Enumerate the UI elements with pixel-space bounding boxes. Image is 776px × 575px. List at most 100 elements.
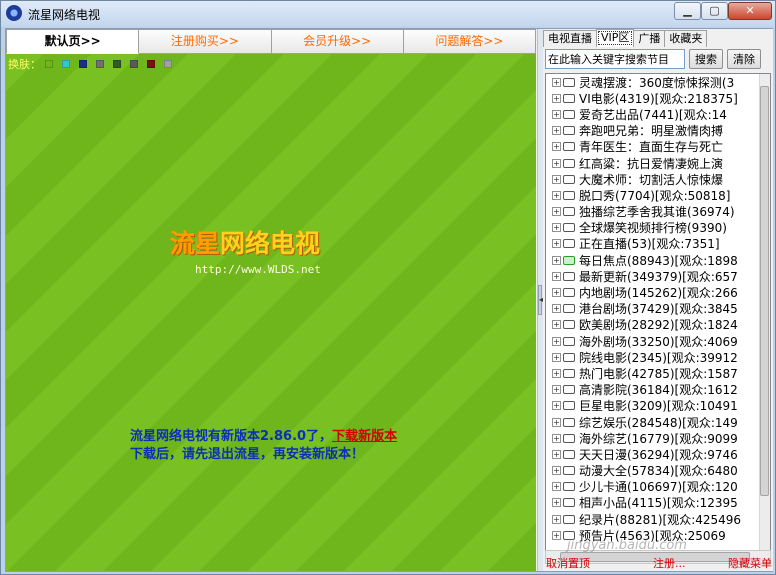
tv-icon xyxy=(563,109,575,119)
close-button[interactable]: ✕ xyxy=(728,2,772,20)
expand-icon[interactable]: + xyxy=(552,336,561,346)
expand-icon[interactable]: + xyxy=(552,77,561,87)
channel-item[interactable]: + 动漫大全(57834)[观众:6480 xyxy=(546,463,760,479)
expand-icon[interactable]: + xyxy=(552,482,561,492)
vertical-scrollbar[interactable] xyxy=(759,74,770,552)
maximize-button[interactable]: ▢ xyxy=(701,2,728,20)
tab-favorites[interactable]: 收藏夹 xyxy=(664,30,708,47)
expand-icon[interactable]: + xyxy=(552,109,561,119)
expand-icon[interactable]: + xyxy=(552,304,561,314)
expand-icon[interactable]: + xyxy=(552,514,561,524)
channel-item[interactable]: + 欧美剧场(28292)[观众:1824 xyxy=(546,317,760,333)
skin-selector: 换肤： xyxy=(8,56,181,72)
expand-icon[interactable]: + xyxy=(552,530,561,540)
skin-label: 换肤： xyxy=(8,58,41,71)
tab-vip[interactable]: VIP区 xyxy=(596,29,635,47)
channel-item[interactable]: + 天天日漫(36294)[观众:9746 xyxy=(546,446,760,462)
expand-icon[interactable]: + xyxy=(552,433,561,443)
channel-item[interactable]: + 院线电影(2345)[观众:39912 xyxy=(546,349,760,365)
search-input[interactable] xyxy=(545,49,685,69)
channel-item[interactable]: + 相声小品(4115)[观众:12395 xyxy=(546,495,760,511)
tv-icon xyxy=(563,158,575,168)
register-link[interactable]: 注册... xyxy=(653,555,686,571)
expand-icon[interactable]: + xyxy=(552,320,561,330)
tab-radio[interactable]: 广播 xyxy=(633,30,666,47)
channel-item[interactable]: + 红高粱：抗日爱情凄婉上演 xyxy=(546,155,760,171)
expand-icon[interactable]: + xyxy=(552,239,561,249)
skin-swatch[interactable] xyxy=(113,60,121,68)
channel-item[interactable]: + 海外剧场(33250)[观众:4069 xyxy=(546,333,760,349)
expand-icon[interactable]: + xyxy=(552,466,561,476)
skin-swatch[interactable] xyxy=(164,60,172,68)
channel-item[interactable]: + 大魔术师：切割活人惊悚爆 xyxy=(546,171,760,187)
tv-icon xyxy=(563,466,575,476)
skin-swatch[interactable] xyxy=(147,60,155,68)
skin-swatch[interactable] xyxy=(45,60,53,68)
channel-item[interactable]: + VI电影(4319)[观众:218375] xyxy=(546,90,760,106)
minimize-button[interactable]: ▁ xyxy=(674,2,701,20)
unpin-link[interactable]: 取消置顶 xyxy=(546,555,590,571)
channel-item[interactable]: + 灵魂摆渡：360度惊悚探测(3 xyxy=(546,74,760,90)
expand-icon[interactable]: + xyxy=(552,401,561,411)
expand-icon[interactable]: + xyxy=(552,417,561,427)
skin-swatch[interactable] xyxy=(79,60,87,68)
tab-register-buy[interactable]: 注册购买>> xyxy=(139,29,272,54)
expand-icon[interactable]: + xyxy=(552,223,561,233)
channel-item[interactable]: + 巨星电影(3209)[观众:10491 xyxy=(546,398,760,414)
channel-item[interactable]: + 高清影院(36184)[观众:1612 xyxy=(546,382,760,398)
tab-member-upgrade[interactable]: 会员升级>> xyxy=(271,29,404,54)
expand-icon[interactable]: + xyxy=(552,190,561,200)
tv-icon xyxy=(563,77,575,87)
channel-item[interactable]: + 内地剧场(145262)[观众:266 xyxy=(546,284,760,300)
tv-icon xyxy=(563,385,575,395)
clear-button[interactable]: 清除 xyxy=(727,49,761,69)
expand-icon[interactable]: + xyxy=(552,385,561,395)
channel-item[interactable]: + 全球爆笑视频排行榜(9390) xyxy=(546,220,760,236)
channel-item[interactable]: + 正在直播(53)[观众:7351] xyxy=(546,236,760,252)
channel-item[interactable]: + 青年医生：直面生存与死亡 xyxy=(546,139,760,155)
channel-label: 院线电影(2345)[观众:39912 xyxy=(579,350,738,365)
client-area: 默认页>> 注册购买>> 会员升级>> 问题解答>> 换肤： 流星网络电视 ht… xyxy=(5,28,773,572)
expand-icon[interactable]: + xyxy=(552,368,561,378)
channel-item[interactable]: + 爱奇艺出品(7441)[观众:14 xyxy=(546,106,760,122)
expand-icon[interactable]: + xyxy=(552,142,561,152)
collapse-arrow-icon[interactable]: ◂ xyxy=(538,285,543,315)
channel-item[interactable]: + 最新更新(349379)[观众:657 xyxy=(546,268,760,284)
channel-item[interactable]: + 独播综艺季舍我其谁(36974) xyxy=(546,204,760,220)
search-button[interactable]: 搜索 xyxy=(689,49,723,69)
expand-icon[interactable]: + xyxy=(552,288,561,298)
expand-icon[interactable]: + xyxy=(552,158,561,168)
window-title: 流星网络电视 xyxy=(28,8,101,22)
channel-label: 红高粱：抗日爱情凄婉上演 xyxy=(579,156,724,171)
download-new-version-link[interactable]: 下载新版本 xyxy=(332,429,397,444)
channel-item[interactable]: + 奔跑吧兄弟：明星激情肉搏 xyxy=(546,123,760,139)
skin-swatch[interactable] xyxy=(130,60,138,68)
channel-item[interactable]: + 港台剧场(37429)[观众:3845 xyxy=(546,301,760,317)
channel-item[interactable]: + 少儿卡通(106697)[观众:120 xyxy=(546,479,760,495)
hide-menu-link[interactable]: 隐藏菜单 xyxy=(728,555,772,571)
expand-icon[interactable]: + xyxy=(552,93,561,103)
expand-icon[interactable]: + xyxy=(552,498,561,508)
channel-item[interactable]: + 脱口秀(7704)[观众:50818] xyxy=(546,187,760,203)
expand-icon[interactable]: + xyxy=(552,126,561,136)
channel-item[interactable]: + 热门电影(42785)[观众:1587 xyxy=(546,365,760,381)
tab-default-page[interactable]: 默认页>> xyxy=(6,29,140,54)
scroll-thumb[interactable] xyxy=(760,86,769,496)
expand-icon[interactable]: + xyxy=(552,449,561,459)
expand-icon[interactable]: + xyxy=(552,255,561,265)
channel-item[interactable]: + 纪录片(88281)[观众:425496 xyxy=(546,511,760,527)
expand-icon[interactable]: + xyxy=(552,174,561,184)
expand-icon[interactable]: + xyxy=(552,352,561,362)
skin-swatch[interactable] xyxy=(62,60,70,68)
channel-item[interactable]: + 海外综艺(16779)[观众:9099 xyxy=(546,430,760,446)
expand-icon[interactable]: + xyxy=(552,207,561,217)
tab-tv-live[interactable]: 电视直播 xyxy=(543,30,597,47)
tv-icon xyxy=(563,271,575,281)
skin-swatch[interactable] xyxy=(96,60,104,68)
channel-item[interactable]: + 每日焦点(88943)[观众:1898 xyxy=(546,252,760,268)
nav-bar: 默认页>> 注册购买>> 会员升级>> 问题解答>> xyxy=(6,29,536,54)
expand-icon[interactable]: + xyxy=(552,271,561,281)
channel-label: 奔跑吧兄弟：明星激情肉搏 xyxy=(579,124,724,139)
tab-faq[interactable]: 问题解答>> xyxy=(403,29,536,54)
channel-item[interactable]: + 综艺娱乐(284548)[观众:149 xyxy=(546,414,760,430)
